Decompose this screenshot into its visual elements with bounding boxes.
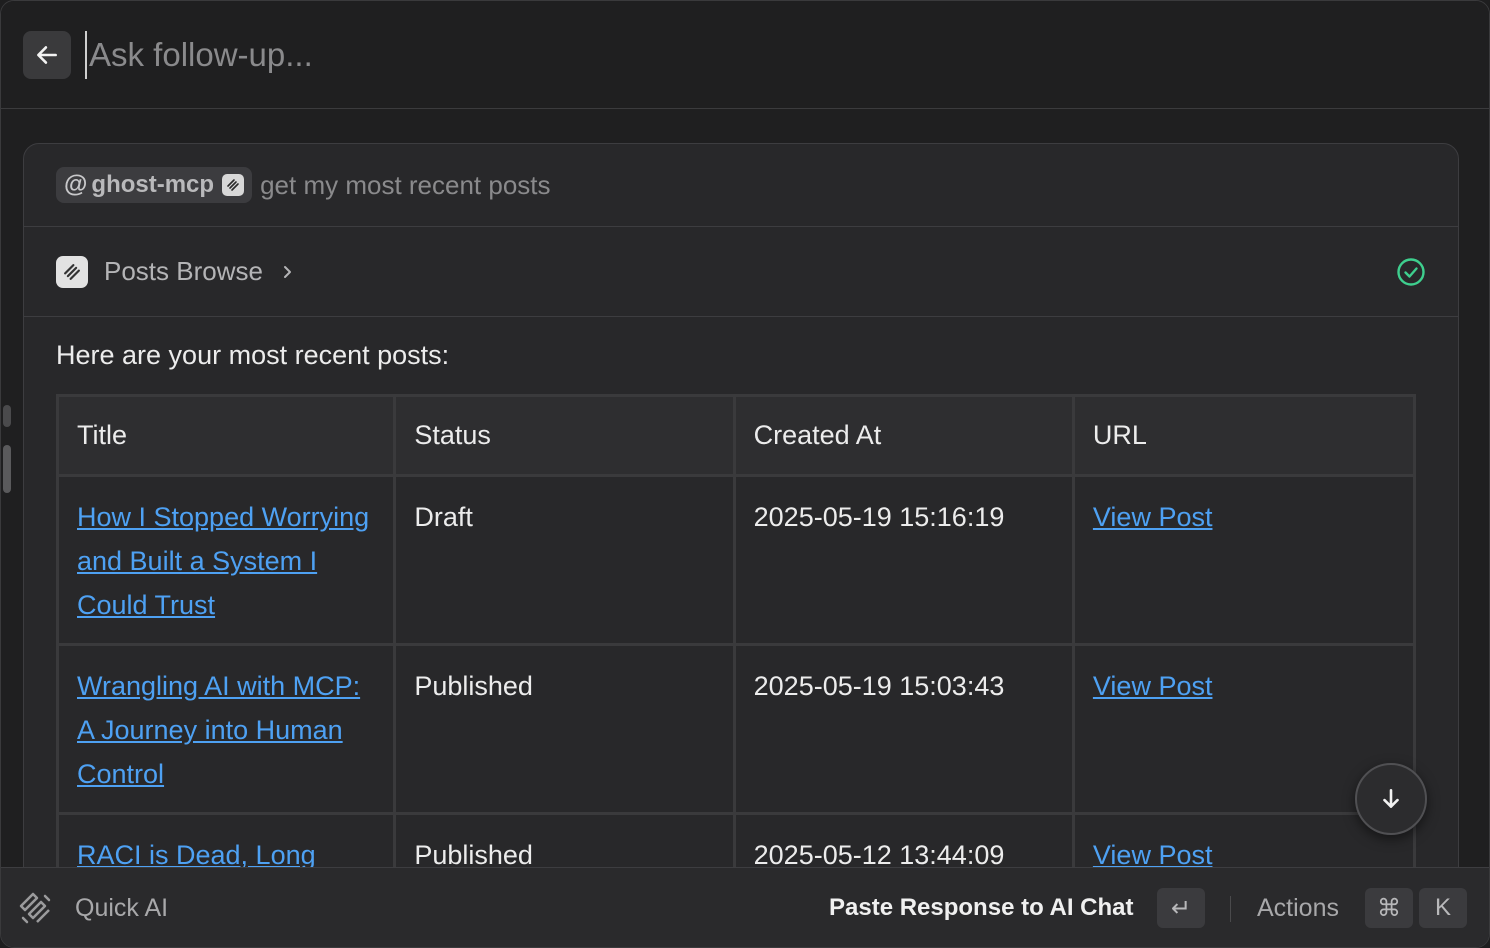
prompt-text: get my most recent posts xyxy=(260,169,551,200)
scrollbar-thumb[interactable] xyxy=(3,445,11,493)
column-header-created-at: Created At xyxy=(732,394,1075,477)
chevron-right-icon xyxy=(281,265,295,279)
actions-button[interactable]: Actions xyxy=(1257,894,1339,923)
cell-status: Draft xyxy=(393,474,736,646)
cell-title: Wrangling AI with MCP: A Journey into Hu… xyxy=(55,643,397,815)
ghost-logo-icon xyxy=(222,174,245,196)
tool-call-label: Posts Browse xyxy=(104,256,263,286)
table-header-row: Title Status Created At URL xyxy=(55,394,1417,477)
cell-created-at: 2025-05-19 15:16:19 xyxy=(732,474,1075,646)
app-name: Quick AI xyxy=(75,894,169,922)
cell-status: Published xyxy=(393,643,736,815)
check-circle-icon xyxy=(1396,257,1426,292)
table-row: How I Stopped Worrying and Built a Syste… xyxy=(55,474,1417,646)
footer-divider xyxy=(1230,896,1231,922)
table-row: Wrangling AI with MCP: A Journey into Hu… xyxy=(55,643,1417,815)
cell-url: View Post xyxy=(1071,474,1417,646)
arrow-down-icon xyxy=(1383,789,1399,808)
ghost-logo-icon xyxy=(56,255,88,288)
column-header-status: Status xyxy=(393,394,736,477)
header-bar xyxy=(1,1,1489,109)
mention-chip[interactable]: @ ghost-mcp xyxy=(56,167,253,203)
footer-bar: Quick AI Paste Response to AI Chat ↵ Act… xyxy=(1,867,1489,947)
ask-follow-up-input[interactable] xyxy=(85,31,1385,79)
post-title-link[interactable]: RACI is Dead, Long xyxy=(77,840,316,870)
scroll-to-bottom-button[interactable] xyxy=(1355,763,1427,835)
response-intro: Here are your most recent posts: xyxy=(56,340,450,370)
column-header-title: Title xyxy=(55,394,397,477)
command-key-hint: ⌘ xyxy=(1365,888,1413,928)
paste-response-button[interactable]: Paste Response to AI Chat xyxy=(829,894,1134,922)
view-post-link[interactable]: View Post xyxy=(1093,671,1213,701)
mention-at: @ xyxy=(64,171,88,198)
view-post-link[interactable]: View Post xyxy=(1093,840,1213,870)
k-key-hint: K xyxy=(1419,888,1467,928)
scrollbar-marker xyxy=(3,405,11,427)
cell-created-at: 2025-05-19 15:03:43 xyxy=(732,643,1075,815)
enter-key-hint: ↵ xyxy=(1157,888,1205,928)
tool-call-row[interactable]: Posts Browse xyxy=(24,227,1458,317)
post-title-link[interactable]: How I Stopped Worrying and Built a Syste… xyxy=(77,502,369,620)
quick-ai-window: @ ghost-mcp get my most recent posts Pos… xyxy=(0,0,1490,948)
quick-ai-logo-icon xyxy=(15,888,55,933)
arrow-left-icon xyxy=(37,46,57,64)
post-title-link[interactable]: Wrangling AI with MCP: A Journey into Hu… xyxy=(77,671,360,789)
cell-title: How I Stopped Worrying and Built a Syste… xyxy=(55,474,397,646)
column-header-url: URL xyxy=(1071,394,1417,477)
back-button[interactable] xyxy=(23,31,71,79)
view-post-link[interactable]: View Post xyxy=(1093,502,1213,532)
mention-name: ghost-mcp xyxy=(91,171,215,198)
user-prompt: @ ghost-mcp get my most recent posts xyxy=(24,144,1458,227)
conversation-card: @ ghost-mcp get my most recent posts Pos… xyxy=(23,143,1459,923)
posts-table: Title Status Created At URL How I Stoppe… xyxy=(55,394,1417,922)
